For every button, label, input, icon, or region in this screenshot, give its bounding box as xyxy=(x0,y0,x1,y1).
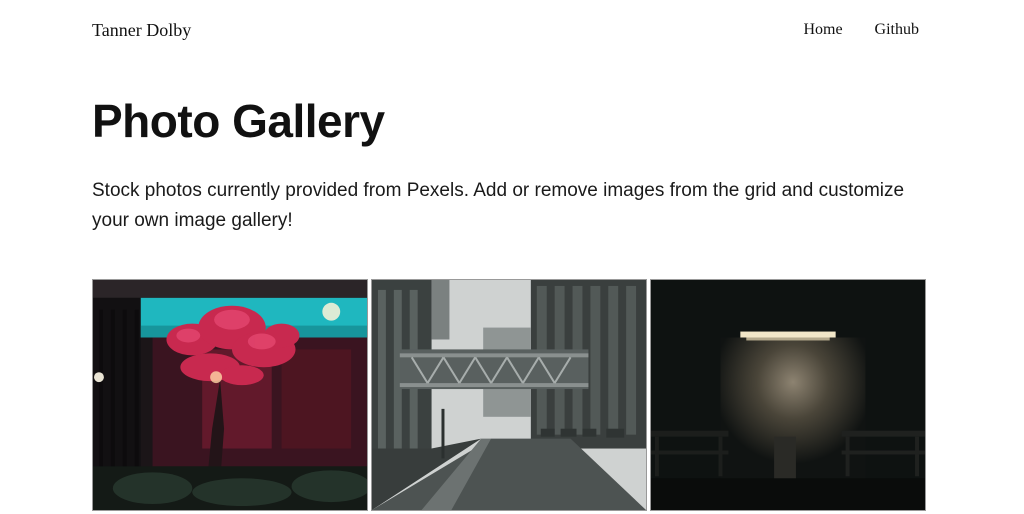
nav-home-link[interactable]: Home xyxy=(803,21,842,39)
image-divider xyxy=(372,510,646,511)
gallery-image-neon-tree[interactable] xyxy=(92,279,368,511)
night-lamp-photo xyxy=(651,280,925,510)
photo-grid xyxy=(92,279,926,514)
gallery-image-skybridge-street[interactable] xyxy=(371,279,647,511)
image-divider xyxy=(651,510,925,511)
main-nav: Home Github xyxy=(803,21,919,39)
site-brand[interactable]: Tanner Dolby xyxy=(92,20,191,41)
site-header: Tanner Dolby Home Github xyxy=(0,0,1024,64)
skybridge-photo xyxy=(372,280,646,510)
neon-tree-photo xyxy=(93,280,367,510)
image-divider xyxy=(93,510,367,511)
gallery-image-night-lamp[interactable] xyxy=(650,279,926,511)
page-description: Stock photos currently provided from Pex… xyxy=(92,180,905,231)
nav-github-link[interactable]: Github xyxy=(875,21,919,39)
page-title: Photo Gallery xyxy=(92,95,385,147)
